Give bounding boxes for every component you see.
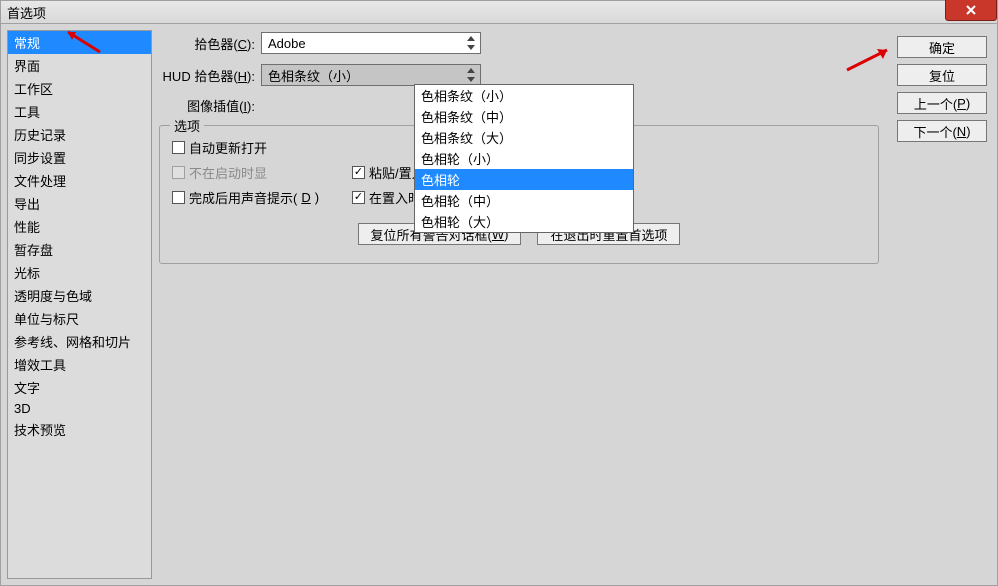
checkbox-icon: ✓ [352,166,365,179]
prev-button[interactable]: 上一个(P) [897,92,987,114]
sidebar-item-interface[interactable]: 界面 [8,54,151,77]
content: 确定 复位 上一个(P) 下一个(N) 拾色器(C): Adobe HUD 拾色… [155,24,997,585]
titlebar: 首选项 [0,0,998,24]
hud-value: 色相条纹（小） [268,66,359,85]
window-title: 首选项 [7,3,46,22]
picker-value: Adobe [268,36,306,51]
sidebar-item-units[interactable]: 单位与标尺 [8,307,151,330]
sidebar: 常规 界面 工作区 工具 历史记录 同步设置 文件处理 导出 性能 暂存盘 光标… [7,30,152,579]
sidebar-item-type[interactable]: 文字 [8,376,151,399]
hud-label: HUD 拾色器(H): [159,66,255,85]
checkbox-icon [172,141,185,154]
sidebar-item-tools[interactable]: 工具 [8,100,151,123]
interp-label: 图像插值(I): [159,96,255,115]
main-panel: 常规 界面 工作区 工具 历史记录 同步设置 文件处理 导出 性能 暂存盘 光标… [0,24,998,586]
next-button[interactable]: 下一个(N) [897,120,987,142]
dropdown-item[interactable]: 色相条纹（小） [415,85,633,106]
picker-combo[interactable]: Adobe [261,32,481,54]
sidebar-item-history[interactable]: 历史记录 [8,123,151,146]
sidebar-item-sync[interactable]: 同步设置 [8,146,151,169]
chk-auto-update[interactable]: 自动更新打开 [172,138,352,157]
sidebar-item-scratch[interactable]: 暂存盘 [8,238,151,261]
sidebar-item-filehandling[interactable]: 文件处理 [8,169,151,192]
chk-startup-disabled: 不在启动时显 [172,163,352,182]
checkbox-icon [172,166,185,179]
row-picker: 拾色器(C): Adobe [159,32,989,54]
sidebar-item-workspace[interactable]: 工作区 [8,77,151,100]
sidebar-item-plugins[interactable]: 增效工具 [8,353,151,376]
sidebar-item-3d[interactable]: 3D [8,399,151,418]
sidebar-item-performance[interactable]: 性能 [8,215,151,238]
sidebar-item-export[interactable]: 导出 [8,192,151,215]
options-group-title: 选项 [170,116,204,135]
checkbox-icon: ✓ [352,191,365,204]
dropdown-item[interactable]: 色相条纹（中） [415,106,633,127]
sidebar-item-guides[interactable]: 参考线、网格和切片 [8,330,151,353]
dropdown-item[interactable]: 色相轮（大） [415,211,633,232]
hud-dropdown[interactable]: 色相条纹（小） 色相条纹（中） 色相条纹（大） 色相轮（小） 色相轮 色相轮（中… [414,84,634,233]
dropdown-item[interactable]: 色相轮（小） [415,148,633,169]
close-icon [964,3,978,17]
hud-combo[interactable]: 色相条纹（小） [261,64,481,86]
dropdown-item[interactable]: 色相轮（中） [415,190,633,211]
reset-button[interactable]: 复位 [897,64,987,86]
row-hud: HUD 拾色器(H): 色相条纹（小） [159,64,989,86]
sidebar-item-cursor[interactable]: 光标 [8,261,151,284]
checkbox-icon [172,191,185,204]
ok-button[interactable]: 确定 [897,36,987,58]
sidebar-item-general[interactable]: 常规 [8,31,151,54]
chk-sound[interactable]: 完成后用声音提示(D) [172,188,352,207]
close-button[interactable] [945,0,997,21]
dropdown-item[interactable]: 色相轮 [415,169,633,190]
sidebar-item-techpreview[interactable]: 技术预览 [8,418,151,441]
dropdown-item[interactable]: 色相条纹（大） [415,127,633,148]
action-column: 确定 复位 上一个(P) 下一个(N) [897,36,987,142]
picker-label: 拾色器(C): [159,34,255,53]
sidebar-item-transparency[interactable]: 透明度与色域 [8,284,151,307]
